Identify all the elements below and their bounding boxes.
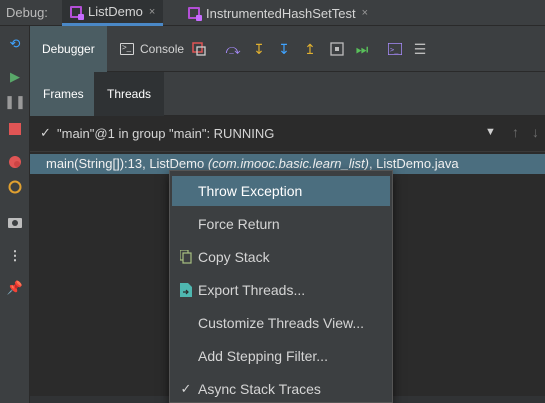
arrow-down-icon[interactable]: ↓ [532, 124, 539, 140]
thread-label: "main"@1 in group "main": RUNNING [57, 126, 275, 141]
resume-icon[interactable]: ▶ [7, 69, 23, 85]
frame-package: (com.imooc.basic.learn_list) [207, 156, 369, 171]
menu-item-label: Force Return [198, 216, 280, 232]
menu-item-label: Async Stack Traces [198, 381, 321, 397]
menu-item-label: Copy Stack [198, 249, 270, 265]
tab-label: InstrumentedHashSetTest [206, 5, 356, 21]
mute-breakpoints-icon[interactable] [7, 179, 23, 195]
step-into-icon[interactable]: ↧ [251, 41, 267, 57]
debug-tool-window: Debug: ListDemo × InstrumentedHashSetTes… [0, 0, 545, 403]
svg-text:>_: >_ [390, 46, 399, 54]
debugger-toolbar: Debugger >_ Console ⤼ ↧ ↧ ↥ ⏭ >_ ☰ [30, 26, 545, 72]
step-out-icon[interactable]: ↥ [302, 41, 318, 57]
check-icon: ✓ [180, 381, 192, 396]
tab-console[interactable]: >_ Console [108, 26, 196, 72]
menu-item-add-stepping-filter[interactable]: Add Stepping Filter... [172, 341, 390, 371]
menu-item-copy-stack[interactable]: Copy Stack [172, 242, 390, 272]
check-icon: ✓ [40, 125, 51, 140]
trace-current-stream-icon[interactable]: ☰ [412, 41, 428, 57]
pause-icon[interactable]: ❚❚ [4, 94, 26, 110]
pin-icon[interactable]: 📌 [7, 280, 23, 296]
tab-frames[interactable]: Frames [30, 72, 97, 116]
tab-listdemo[interactable]: ListDemo × [62, 0, 164, 26]
tab-label: Console [140, 42, 185, 56]
drop-frame-icon[interactable] [329, 41, 345, 57]
more-icon[interactable]: ⋮ [7, 248, 23, 264]
tab-label: Debugger [42, 42, 95, 56]
debug-label: Debug: [6, 5, 48, 20]
tab-label: ListDemo [88, 4, 143, 19]
debug-side-toolbar: ⟲ ▶ ❚❚ ⋮ 📌 [0, 26, 30, 403]
tab-debugger[interactable]: Debugger [30, 26, 107, 72]
frame-method: main(String[]):13, ListDemo [46, 156, 208, 171]
thread-selector[interactable]: ✓ "main"@1 in group "main": RUNNING ▼ ↑ … [30, 116, 545, 152]
frames-threads-tabs: Frames Threads [30, 72, 545, 116]
close-icon[interactable]: × [362, 7, 368, 19]
arrow-up-icon[interactable]: ↑ [512, 124, 519, 140]
tab-label: Threads [107, 87, 152, 101]
menu-item-label: Throw Exception [198, 183, 303, 199]
tab-threads[interactable]: Threads [94, 72, 165, 116]
rerun-icon[interactable]: ⟲ [7, 36, 23, 52]
tab-label: Frames [43, 87, 84, 101]
camera-icon[interactable] [7, 214, 23, 230]
frame-file: , ListDemo.java [368, 156, 459, 171]
view-breakpoints-icon[interactable] [7, 154, 23, 170]
menu-item-throw-exception[interactable]: Throw Exception [172, 176, 390, 206]
menu-item-label: Customize Threads View... [198, 315, 365, 331]
menu-item-customize-threads-view[interactable]: Customize Threads View... [172, 308, 390, 338]
copy-icon [179, 250, 193, 264]
menu-item-export-threads[interactable]: Export Threads... [172, 275, 390, 305]
run-to-cursor-icon[interactable]: ⏭ [354, 41, 370, 57]
evaluate-expression-icon[interactable]: >_ [387, 41, 403, 57]
console-icon: >_ [120, 43, 134, 55]
force-step-into-icon[interactable]: ↧ [276, 41, 292, 57]
chevron-down-icon[interactable]: ▼ [485, 126, 496, 138]
run-config-icon [70, 5, 84, 20]
tab-instrumentedhashsettest[interactable]: InstrumentedHashSetTest × [180, 0, 376, 26]
step-over-icon[interactable]: ⤼ [225, 41, 241, 57]
context-menu: Throw Exception Force Return Copy Stack … [169, 170, 393, 403]
menu-item-async-stack-traces[interactable]: ✓ Async Stack Traces [172, 374, 390, 403]
export-icon [179, 283, 193, 297]
menu-item-force-return[interactable]: Force Return [172, 209, 390, 239]
show-execution-point-icon[interactable] [191, 41, 207, 57]
close-icon[interactable]: × [149, 6, 155, 18]
debug-tabbar: Debug: ListDemo × InstrumentedHashSetTes… [0, 0, 545, 26]
menu-item-label: Add Stepping Filter... [198, 348, 328, 364]
run-config-icon [188, 7, 202, 21]
menu-item-label: Export Threads... [198, 282, 306, 298]
stop-icon[interactable] [7, 121, 23, 137]
